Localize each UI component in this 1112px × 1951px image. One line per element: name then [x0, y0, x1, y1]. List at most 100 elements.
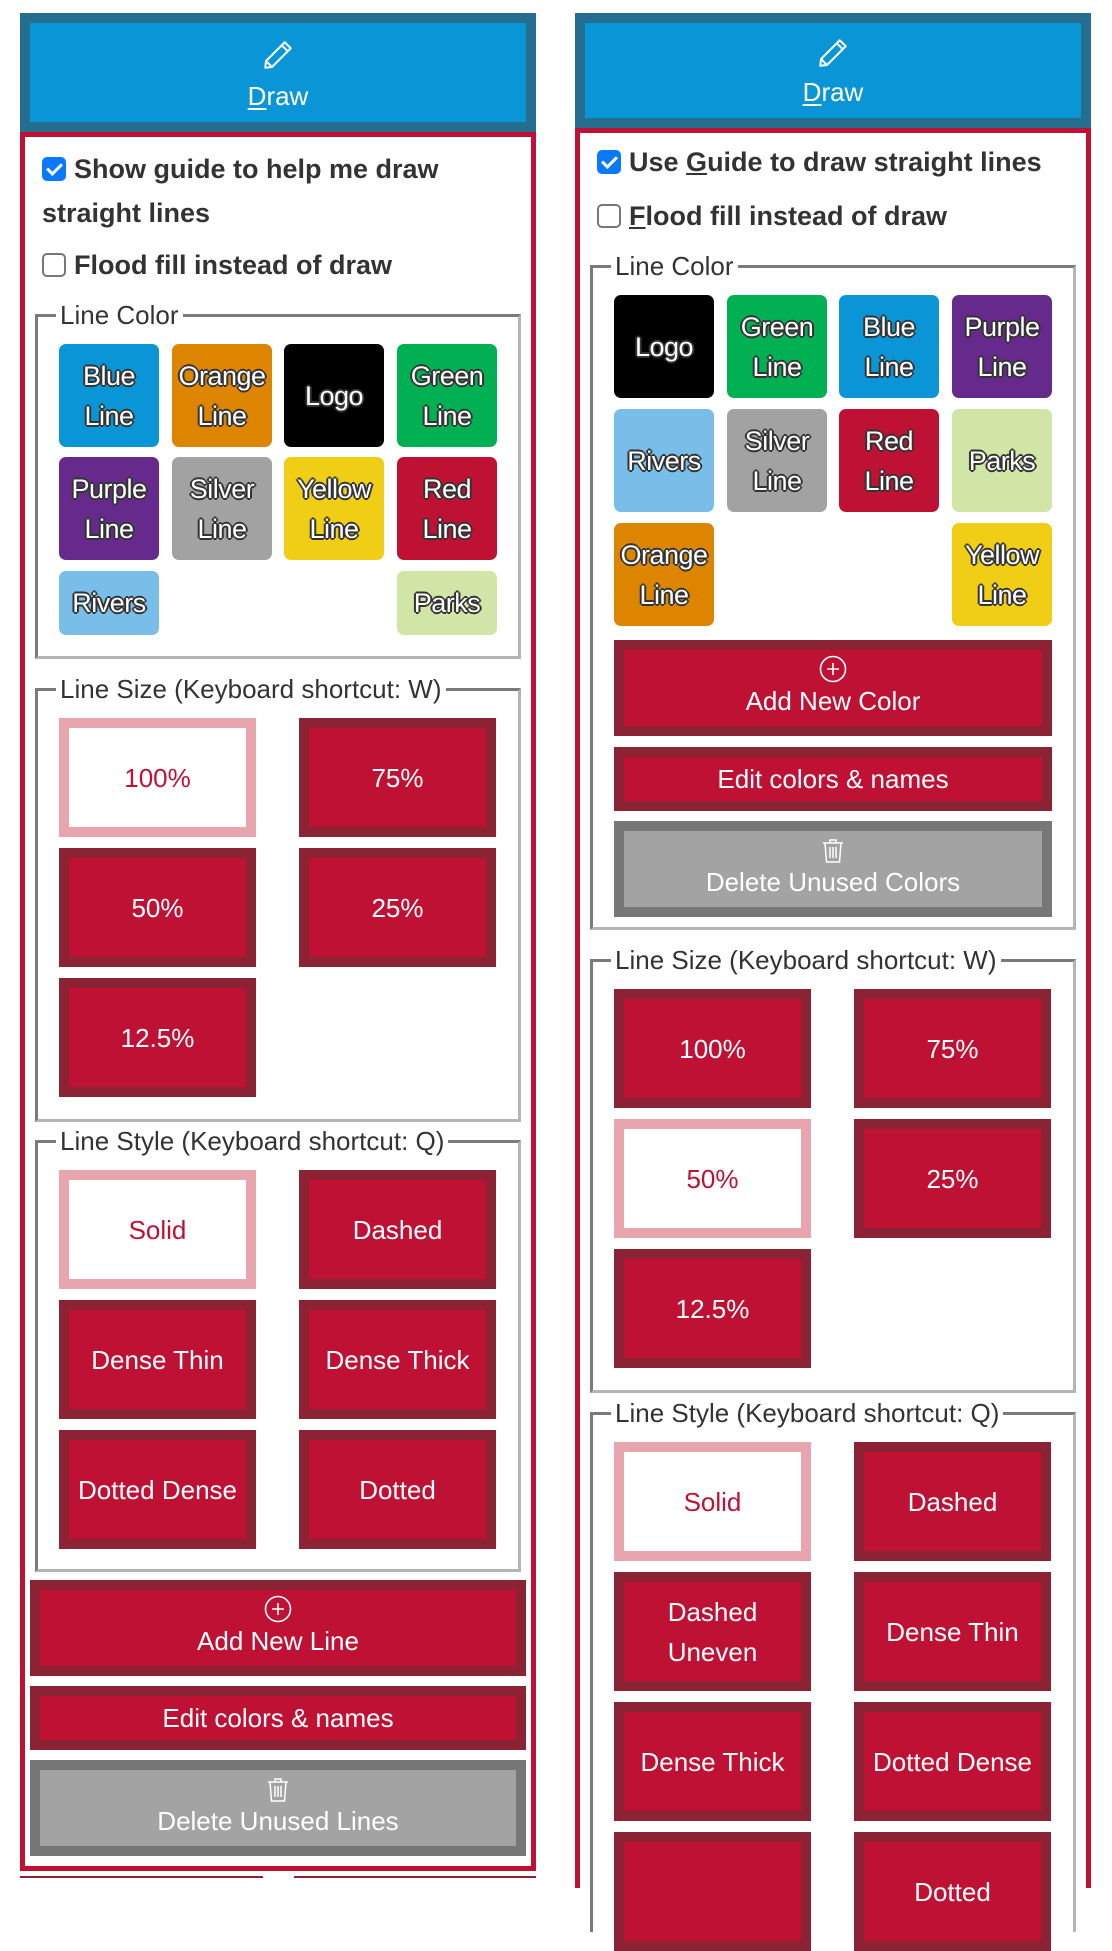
- trash-icon: [268, 1778, 288, 1802]
- color-chip-purple-line[interactable]: Purple Line: [59, 457, 159, 560]
- line-style-option-dotted-dense[interactable]: Dotted Dense: [59, 1430, 256, 1549]
- line-size-option-label: 75%: [371, 762, 424, 793]
- line-style-legend: Line Style (Keyboard shortcut: Q): [56, 1124, 449, 1158]
- edit-colors-names-button[interactable]: Edit colors & names: [30, 1686, 526, 1750]
- flood-fill-checkbox-label: Flood fill instead of draw: [74, 250, 393, 280]
- line-size-option-100[interactable]: 100%: [614, 989, 811, 1108]
- line-style-option-label: Dotted Dense: [78, 1474, 237, 1505]
- line-size-option-100[interactable]: 100%: [59, 718, 256, 837]
- guide-checkbox-row[interactable]: Show guide to help me draw straight line…: [42, 147, 521, 235]
- flood-fill-checkbox-row[interactable]: Flood fill instead of draw: [597, 194, 1076, 238]
- flood-fill-checkbox[interactable]: [42, 253, 66, 277]
- line-style-fieldset: Line Style (Keyboard shortcut: Q) Solid D…: [590, 1396, 1076, 1951]
- line-size-option-12-5[interactable]: 12.5%: [59, 978, 256, 1097]
- draw-panel-left: Draw Show guide to help me draw straight…: [20, 13, 536, 1871]
- line-size-option-25[interactable]: 25%: [854, 1119, 1051, 1238]
- add-new-line-button[interactable]: Add New Line: [30, 1580, 526, 1676]
- color-chip-red-line[interactable]: Red Line: [839, 409, 939, 512]
- color-chip-label: Blue Line: [82, 360, 136, 431]
- line-style-option-solid[interactable]: Solid: [614, 1442, 811, 1561]
- delete-unused-colors-button[interactable]: Delete Unused Colors: [614, 821, 1052, 917]
- color-chip-orange-line[interactable]: Orange Line: [614, 523, 714, 626]
- trash-icon: [823, 839, 843, 863]
- line-style-option-label: Dense Thin: [91, 1344, 224, 1375]
- color-chip-logo[interactable]: Logo: [614, 295, 714, 398]
- line-size-legend: Line Size (Keyboard shortcut: W): [611, 943, 1001, 977]
- line-style-fieldset: Line Style (Keyboard shortcut: Q) Solid D…: [35, 1124, 521, 1572]
- flood-fill-checkbox[interactable]: [597, 204, 621, 228]
- line-size-option-label: 25%: [371, 892, 424, 923]
- line-style-option-label: Solid: [128, 1214, 187, 1245]
- line-size-option-50[interactable]: 50%: [614, 1119, 811, 1238]
- line-style-option-dense-thin[interactable]: Dense Thin: [854, 1572, 1051, 1691]
- line-style-option-hidden[interactable]: [614, 1832, 811, 1951]
- color-chip-logo[interactable]: Logo: [284, 344, 384, 447]
- line-size-option-75[interactable]: 75%: [854, 989, 1051, 1108]
- line-color-legend: Line Color: [56, 298, 183, 332]
- line-style-option-dashed-uneven[interactable]: Dashed Uneven: [614, 1572, 811, 1691]
- color-chip-silver-line[interactable]: Silver Line: [172, 457, 272, 560]
- line-style-option-label: Dotted Dense: [873, 1746, 1032, 1777]
- draw-tab-button[interactable]: Draw: [575, 13, 1091, 128]
- color-chip-red-line[interactable]: Red Line: [397, 457, 497, 560]
- color-chip-parks[interactable]: Parks: [952, 409, 1052, 512]
- line-style-option-solid[interactable]: Solid: [59, 1170, 256, 1289]
- color-chip-label: Rivers: [72, 588, 146, 618]
- guide-checkbox[interactable]: [42, 157, 66, 181]
- draw-options: Use Guide to draw straight lines Flood f…: [575, 128, 1091, 1951]
- color-chip-purple-line[interactable]: Purple Line: [952, 295, 1052, 398]
- line-size-option-75[interactable]: 75%: [299, 718, 496, 837]
- color-chip-blue-line[interactable]: Blue Line: [59, 344, 159, 447]
- color-chip-silver-line[interactable]: Silver Line: [727, 409, 827, 512]
- color-chip-label: Yellow Line: [296, 473, 372, 544]
- line-style-option-dotted[interactable]: Dotted: [854, 1832, 1051, 1951]
- line-size-option-label: 100%: [124, 762, 191, 793]
- draw-tab-button[interactable]: Draw: [20, 13, 536, 132]
- line-color-fieldset: Line Color Logo Green Line Blue Line Purple…: [590, 249, 1076, 930]
- color-chip-green-line[interactable]: Green Line: [397, 344, 497, 447]
- line-style-option-label: Dashed: [352, 1214, 443, 1245]
- color-chip-blue-line[interactable]: Blue Line: [839, 295, 939, 398]
- color-chip-yellow-line[interactable]: Yellow Line: [284, 457, 384, 560]
- color-chip-label: Blue Line: [862, 311, 916, 382]
- line-color-fieldset: Line Color Blue Line Orange Line Logo Green…: [35, 298, 521, 659]
- line-size-option-label: 50%: [686, 1163, 739, 1194]
- color-chip-rivers[interactable]: Rivers: [614, 409, 714, 512]
- plus-circle-icon: [264, 1595, 292, 1623]
- line-style-option-dense-thick[interactable]: Dense Thick: [614, 1702, 811, 1821]
- flood-fill-checkbox-row[interactable]: Flood fill instead of draw: [42, 243, 521, 287]
- plus-circle-icon: [819, 655, 847, 683]
- color-chip-label: Orange Line: [620, 539, 708, 610]
- line-style-option-label: Dashed: [907, 1486, 998, 1517]
- color-chip-label: Orange Line: [178, 360, 266, 431]
- color-chip-label: Rivers: [627, 445, 701, 476]
- line-style-option-dashed[interactable]: Dashed: [299, 1170, 496, 1289]
- color-chip-rivers[interactable]: Rivers: [59, 571, 159, 635]
- line-style-option-dense-thick[interactable]: Dense Thick: [299, 1300, 496, 1419]
- color-chip-label: Red Line: [422, 473, 472, 544]
- color-chip-label: Silver Line: [189, 473, 255, 544]
- color-chip-yellow-line[interactable]: Yellow Line: [952, 523, 1052, 626]
- color-chip-parks[interactable]: Parks: [397, 571, 497, 635]
- line-style-option-dense-thin[interactable]: Dense Thin: [59, 1300, 256, 1419]
- delete-unused-lines-button[interactable]: Delete Unused Lines: [30, 1760, 526, 1856]
- draw-tab-label: Draw: [247, 81, 309, 111]
- color-chip-label: Purple Line: [71, 473, 147, 544]
- line-style-option-dotted[interactable]: Dotted: [299, 1430, 496, 1549]
- line-size-option-label: 50%: [131, 892, 184, 923]
- color-chip-label: Red Line: [864, 425, 914, 496]
- guide-checkbox-row[interactable]: Use Guide to draw straight lines: [597, 140, 1076, 184]
- line-style-option-label: Dashed Uneven: [667, 1596, 758, 1667]
- line-size-option-50[interactable]: 50%: [59, 848, 256, 967]
- color-chip-green-line[interactable]: Green Line: [727, 295, 827, 398]
- color-chip-orange-line[interactable]: Orange Line: [172, 344, 272, 447]
- add-new-color-button[interactable]: Add New Color: [614, 640, 1052, 736]
- line-style-option-dotted-dense[interactable]: Dotted Dense: [854, 1702, 1051, 1821]
- line-style-option-dashed[interactable]: Dashed: [854, 1442, 1051, 1561]
- guide-checkbox[interactable]: [597, 150, 621, 174]
- edit-colors-names-button[interactable]: Edit colors & names: [614, 747, 1052, 811]
- pencil-icon: [264, 41, 292, 69]
- line-size-option-12-5[interactable]: 12.5%: [614, 1249, 811, 1368]
- line-size-option-25[interactable]: 25%: [299, 848, 496, 967]
- color-chip-label: Parks: [968, 445, 1036, 476]
